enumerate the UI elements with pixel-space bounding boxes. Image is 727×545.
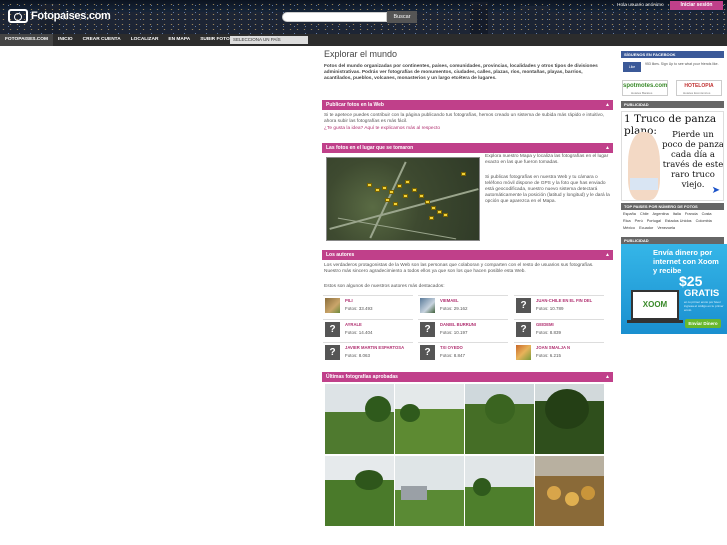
photo-thumbnail[interactable] [465,384,534,454]
section-bar-map: Las fotos en el lugar que se tomaron ▲ [322,143,613,153]
site-header: Fotopaises.com Buscar Hola usuario anóni… [0,0,727,34]
map-text-2: Si publicas fotografías en nuestra Web y… [485,175,610,204]
author-avatar [516,345,531,360]
main-nav: FOTOPAISES.COM INICIO CREAR CUENTA LOCAL… [0,34,727,46]
author-card[interactable]: PILI Fotos: 33.493 [323,295,413,315]
facebook-widget: Like 953 likes. Sign Up to see what your… [621,60,724,76]
page-title: Explorar el mundo [324,49,398,59]
section-bar-publish: Publicar fotos en la Web ▲ [322,100,613,110]
authors-subtitle: Estos son algunos de nuestros autores má… [324,284,445,289]
nav-item-en-mapa[interactable]: EN MAPA [163,34,195,46]
ad-truco-panza[interactable]: 1 Truco de panza plano: Pierde un poco d… [621,111,724,201]
author-card[interactable]: ? JAVIER MARTIN ESPARTOSA Fotos: 8.063 [323,342,413,362]
country-link[interactable]: Italia [673,212,681,216]
author-card[interactable]: ? JUAN-CHILE EN EL FIN DEL Fotos: 10.789 [514,295,604,315]
nav-item-inicio[interactable]: INICIO [53,34,78,46]
country-link[interactable]: Argentina [652,212,668,216]
collapse-icon[interactable]: ▲ [605,372,610,382]
authors-text: Los verdaderos protagonistas de la Web s… [324,263,594,274]
unknown-user-icon: ? [325,322,340,337]
unknown-user-icon: ? [420,322,435,337]
publish-link[interactable]: ¿Te gusta la idea? Aquí te explicamos má… [324,126,440,131]
section-bar-authors: Los autores ▲ [322,250,613,260]
author-avatar [420,298,435,313]
intro-text: Fotos del mundo organizadas por continen… [324,64,598,81]
collapse-icon[interactable]: ▲ [605,100,610,110]
facebook-bar: SÍGUENOS EN FACEBOOK [621,51,724,58]
ad-xoom[interactable]: Envía dinero por internet con Xoom y rec… [621,244,727,334]
search-input[interactable] [282,12,387,22]
country-link[interactable]: España [623,212,636,216]
facebook-like-button[interactable]: Like [623,62,641,72]
author-card[interactable]: ? AYRALE Fotos: 14.404 [323,319,413,339]
greeting-text: Hola usuario anónimo [617,3,664,8]
country-link[interactable]: Colombia [696,219,712,223]
ad-label: PUBLICIDAD [621,101,724,108]
nav-item-home-brand[interactable]: FOTOPAISES.COM [0,34,53,46]
photo-thumbnail[interactable] [535,384,604,454]
cursor-arrow-icon: ➤ [711,185,720,196]
photo-thumbnail[interactable] [325,384,394,454]
country-link[interactable]: Perú [635,219,643,223]
author-card[interactable]: VIEMAEL Fotos: 29.162 [418,295,508,315]
section-bar-latest: Últimas fotografías aprobadas ▲ [322,372,613,382]
photo-thumbnail[interactable] [395,384,464,454]
publish-text: Si te apetece puedes contribuir con la p… [324,113,604,124]
photo-thumbnail[interactable] [395,456,464,526]
nav-item-crear-cuenta[interactable]: CREAR CUENTA [78,34,126,46]
country-select[interactable]: SELECCIONA UN PAÍS [230,36,308,44]
author-avatar [325,298,340,313]
search-button[interactable]: Buscar [387,11,417,23]
country-link[interactable]: Portugal [647,219,661,223]
countries-list: España Chile Argentina Italia Francia Co… [623,211,723,232]
country-link[interactable]: Ecuador [639,226,653,230]
collapse-icon[interactable]: ▲ [605,143,610,153]
photo-thumbnail[interactable] [465,456,534,526]
country-link[interactable]: Venezuela [657,226,675,230]
laptop-icon: XOOM [631,290,679,320]
author-card[interactable]: ? TXI OYEDO Fotos: 8.847 [418,342,508,362]
nav-item-localizar[interactable]: LOCALIZAR [126,34,164,46]
photo-map[interactable] [326,157,480,241]
country-link[interactable]: Estados Unidos [665,219,692,223]
login-button[interactable]: Iniciar sesión [670,1,723,10]
unknown-user-icon: ? [420,345,435,360]
country-link[interactable]: Chile [640,212,649,216]
xoom-send-button[interactable]: Enviar Dinero [685,319,721,328]
photo-thumbnail[interactable] [535,456,604,526]
author-card[interactable]: ? GEIDEMI Fotos: 8.839 [514,319,604,339]
country-link[interactable]: México [623,226,635,230]
author-card[interactable]: ? DANIEL BURRUNI Fotos: 10.197 [418,319,508,339]
unknown-user-icon: ? [325,345,340,360]
collapse-icon[interactable]: ▲ [605,250,610,260]
countries-bar: TOP PAISES POR NÚMERO DE FOTOS [621,203,724,210]
photo-thumbnail[interactable] [325,456,394,526]
author-card[interactable]: JOAN SMALJA N Fotos: 6.215 [514,342,604,362]
site-logo[interactable]: Fotopaises.com [8,9,111,23]
camera-icon [8,9,28,23]
ad-label: PUBLICIDAD [621,237,724,244]
map-text-1: Explora nuestro Mapa y localiza las foto… [485,154,609,165]
country-link[interactable]: Francia [685,212,698,216]
unknown-user-icon: ? [516,298,531,313]
unknown-user-icon: ? [516,322,531,337]
